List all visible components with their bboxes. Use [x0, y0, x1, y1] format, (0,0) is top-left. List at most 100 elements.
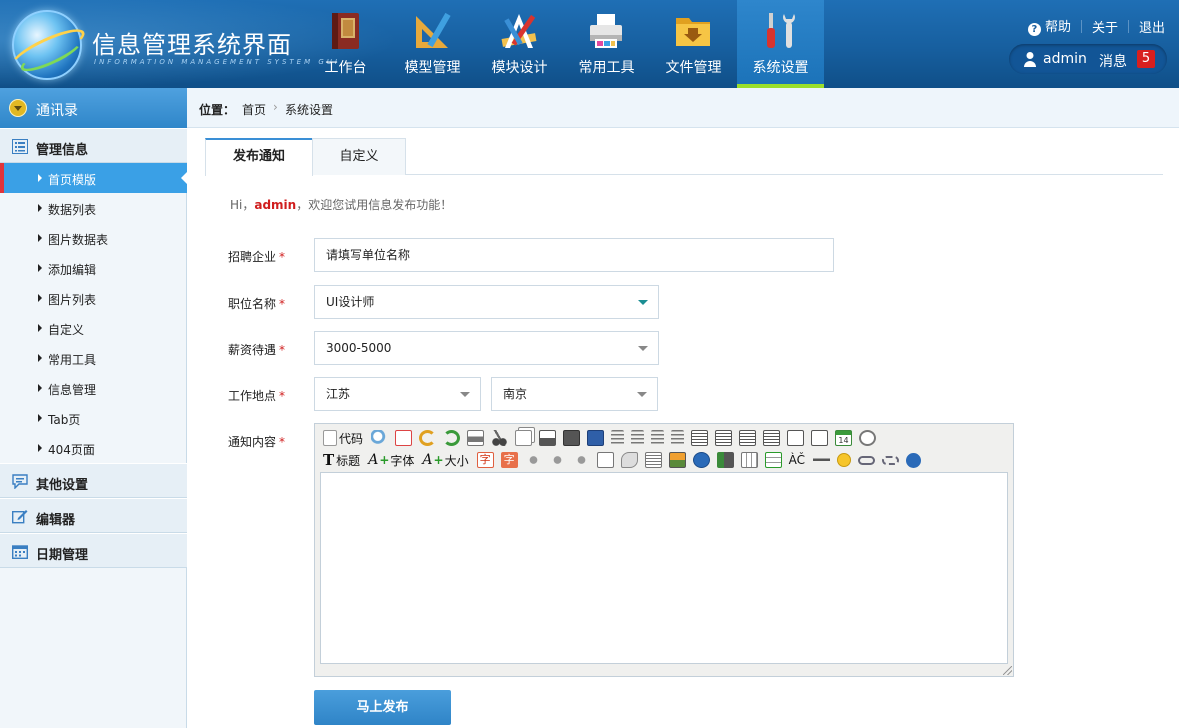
about-link[interactable]: 关于	[1092, 17, 1118, 36]
unordered-list-icon[interactable]	[715, 430, 733, 446]
sidebar-group-editor[interactable]: 编辑器	[0, 498, 187, 533]
subscript-icon[interactable]	[787, 430, 805, 446]
chevron-down-icon	[638, 346, 648, 351]
chat-icon	[12, 474, 28, 489]
paste-icon[interactable]	[539, 430, 557, 446]
sidebar-group-label: 日期管理	[36, 548, 89, 563]
sidebar-group-date-manage[interactable]: 日期管理	[0, 533, 187, 568]
main-nav: 工作台 模型管理 模块设计 常用工具 文件管理 系统设置	[302, 0, 824, 88]
special-chars-button[interactable]: ÀČ	[789, 453, 805, 467]
editor-content-area[interactable]	[320, 472, 1008, 664]
ordered-list-icon[interactable]	[691, 430, 709, 446]
underline-icon[interactable]	[572, 452, 590, 468]
info-icon[interactable]	[905, 452, 921, 468]
help-link[interactable]: ? 帮助	[1027, 16, 1071, 36]
content-label: 通知内容 *	[228, 435, 286, 449]
link-icon[interactable]	[857, 455, 875, 465]
nav-label: 模型管理	[404, 60, 461, 76]
nav-item-tools[interactable]: 常用工具	[563, 0, 650, 88]
bold-icon[interactable]	[524, 452, 542, 468]
edit-icon	[12, 510, 28, 524]
time-icon[interactable]	[859, 430, 877, 446]
sidebar-item-image-list[interactable]: 图片列表	[0, 283, 187, 313]
city-select[interactable]: 南京	[491, 377, 658, 411]
nav-item-workbench[interactable]: 工作台	[302, 0, 389, 88]
salary-select[interactable]: 3000-5000	[314, 331, 659, 365]
publish-button[interactable]: 马上发布	[314, 690, 451, 725]
sidebar-item-add-edit[interactable]: 添加编辑	[0, 253, 187, 283]
message-count-badge[interactable]: 5	[1137, 50, 1155, 68]
fullscreen-icon[interactable]	[395, 430, 413, 446]
indent-icon[interactable]	[739, 430, 757, 446]
align-left-icon[interactable]	[611, 430, 625, 446]
justify-icon[interactable]	[671, 430, 685, 446]
image-icon[interactable]	[668, 452, 686, 468]
heading-button[interactable]: T 标题	[323, 451, 360, 469]
sidebar-group-label: 管理信息	[36, 143, 89, 158]
select-all-icon[interactable]	[644, 452, 662, 468]
tab-custom[interactable]: 自定义	[312, 138, 406, 175]
sidebar-main-contacts[interactable]: 通讯录	[0, 88, 187, 128]
calendar-icon	[12, 545, 28, 559]
breadcrumb-separator: ›	[273, 100, 278, 114]
logout-link[interactable]: 退出	[1139, 17, 1165, 36]
redo-icon[interactable]	[443, 430, 461, 446]
background-color-icon[interactable]: 字	[500, 452, 518, 468]
sidebar-group-manage-info[interactable]: 管理信息	[0, 128, 187, 163]
align-center-icon[interactable]	[631, 430, 645, 446]
font-family-button[interactable]: A + 字体	[368, 452, 414, 469]
horizontal-line-icon[interactable]	[812, 452, 830, 468]
table-icon[interactable]	[740, 452, 758, 468]
company-input[interactable]: 请填写单位名称	[314, 238, 834, 272]
sidebar-item-custom[interactable]: 自定义	[0, 313, 187, 343]
unlink-icon[interactable]	[881, 455, 899, 465]
media-icon[interactable]	[716, 452, 734, 468]
messages-link[interactable]: 消息	[1099, 51, 1127, 71]
chevron-down-icon	[638, 300, 648, 305]
province-select[interactable]: 江苏	[314, 377, 481, 411]
flash-icon[interactable]	[692, 452, 710, 468]
copy-icon[interactable]	[515, 430, 533, 446]
nav-item-model[interactable]: 模型管理	[389, 0, 476, 88]
design-tools-icon	[501, 14, 537, 48]
resize-grip-icon[interactable]	[1003, 666, 1012, 675]
nav-item-module[interactable]: 模块设计	[476, 0, 563, 88]
tab-publish-notice[interactable]: 发布通知	[205, 138, 313, 176]
paste-text-icon[interactable]	[563, 430, 581, 446]
sidebar-item-home-template[interactable]: 首页模版	[0, 163, 187, 193]
print-icon[interactable]	[467, 430, 485, 446]
sidebar-item-image-table[interactable]: 图片数据表	[0, 223, 187, 253]
user-panel: admin 消息 5	[1009, 44, 1167, 74]
sidebar-item-tab-page[interactable]: Tab页	[0, 403, 187, 433]
breadcrumb-home-link[interactable]: 首页	[242, 101, 266, 118]
username[interactable]: admin	[1043, 51, 1087, 67]
superscript-icon[interactable]	[811, 430, 829, 446]
sidebar-item-info-manage[interactable]: 信息管理	[0, 373, 187, 403]
strikethrough-icon[interactable]	[596, 452, 614, 468]
sidebar-group-other-settings[interactable]: 其他设置	[0, 463, 187, 498]
text-color-icon[interactable]: 字	[476, 452, 494, 468]
date-icon[interactable]: 14	[835, 430, 853, 446]
emoticon-icon[interactable]	[836, 453, 851, 467]
cut-icon[interactable]	[491, 430, 509, 446]
paste-word-icon[interactable]	[587, 430, 605, 446]
align-right-icon[interactable]	[651, 430, 665, 446]
italic-icon[interactable]	[548, 452, 566, 468]
sidebar-item-data-list[interactable]: 数据列表	[0, 193, 187, 223]
sidebar-item-404-page[interactable]: 404页面	[0, 433, 187, 463]
preview-icon[interactable]	[371, 430, 389, 446]
undo-icon[interactable]	[419, 430, 437, 446]
outdent-icon[interactable]	[763, 430, 781, 446]
nav-item-settings[interactable]: 系统设置	[737, 0, 824, 88]
chevron-down-icon	[460, 392, 470, 397]
nav-label: 模块设计	[491, 60, 548, 76]
font-size-button[interactable]: A + 大小	[422, 452, 468, 469]
clear-format-icon[interactable]	[620, 452, 638, 468]
position-select[interactable]: UI设计师	[314, 285, 659, 319]
source-code-button[interactable]: 代码	[323, 430, 363, 447]
sidebar-item-common-tools[interactable]: 常用工具	[0, 343, 187, 373]
breadcrumb: 位置： 首页 › 系统设置	[187, 88, 1179, 128]
greeting-username: admin	[254, 198, 297, 212]
nav-item-files[interactable]: 文件管理	[650, 0, 737, 88]
insert-table-icon[interactable]	[764, 452, 782, 468]
